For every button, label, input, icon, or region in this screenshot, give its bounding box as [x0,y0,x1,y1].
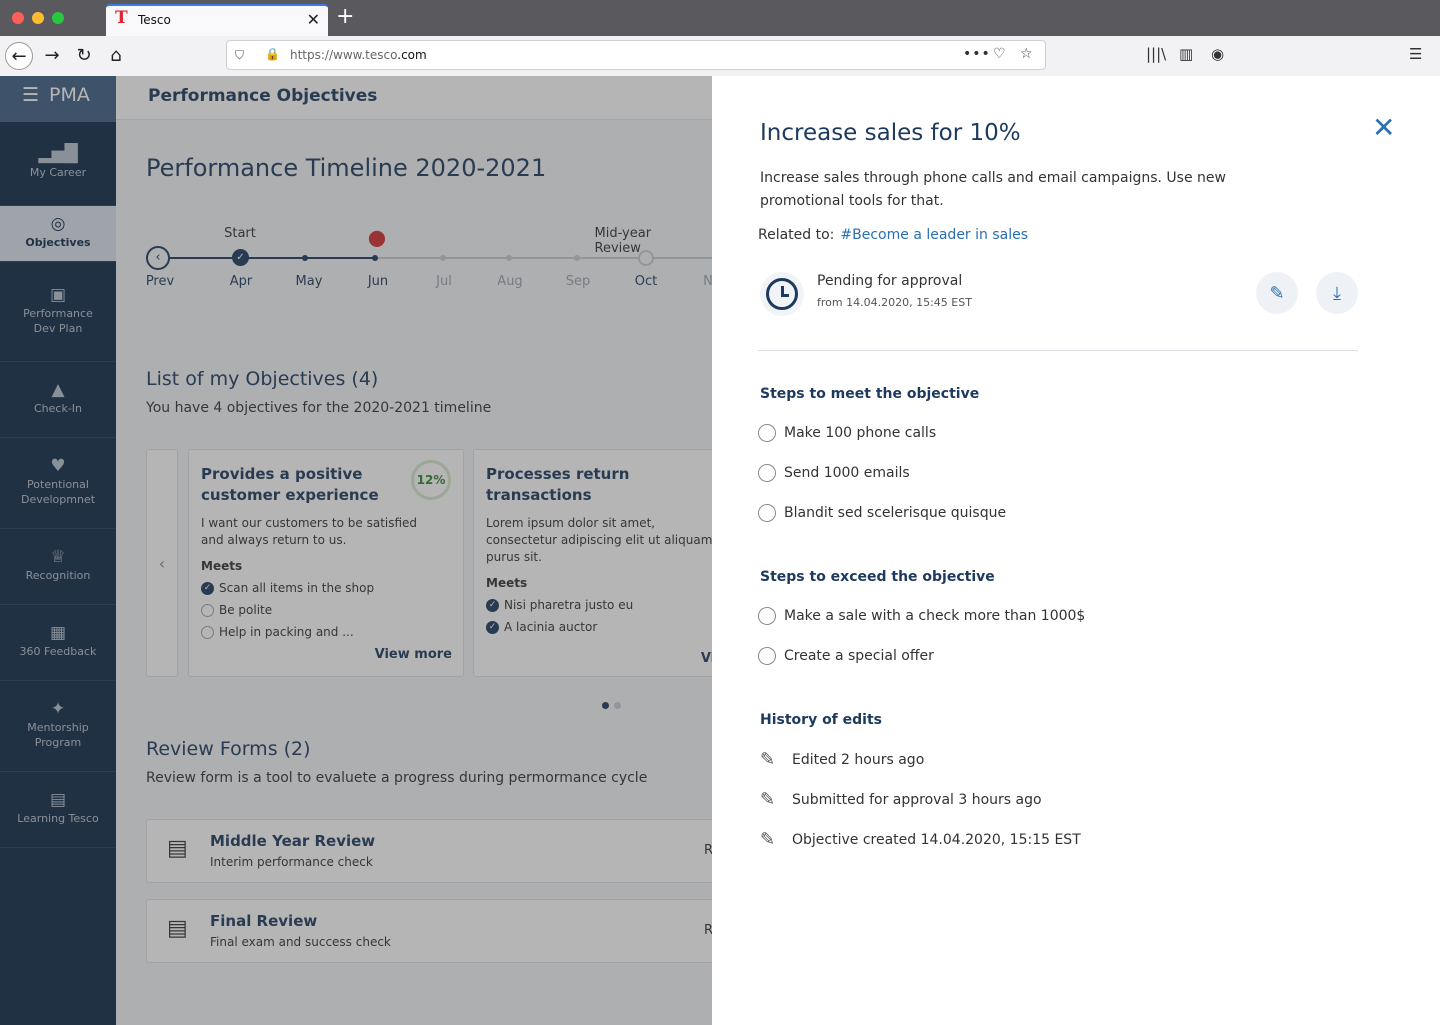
bookmark-star-icon[interactable]: ☆ [1020,46,1033,62]
radio-button[interactable] [758,647,776,665]
pencil-icon: ✎ [760,789,776,810]
radio-button[interactable] [758,504,776,522]
meet-step[interactable]: Make 100 phone calls [758,424,936,442]
minimize-window-button[interactable] [32,12,44,24]
meet-steps-title: Steps to meet the objective [760,386,980,402]
divider [758,350,1358,351]
browser-tab[interactable]: T Tesco ✕ [106,4,328,36]
account-icon[interactable]: ◉ [1211,45,1224,63]
close-window-button[interactable] [12,12,24,24]
history-entry: ✎ Objective created 14.04.2020, 15:15 EST [760,829,1081,850]
reload-button[interactable]: ↻ [70,42,98,70]
history-title: History of edits [760,712,882,728]
panel-title: Increase sales for 10% [760,120,1021,146]
download-button[interactable]: ⤓ [1316,272,1358,314]
radio-button[interactable] [758,607,776,625]
exceed-steps-title: Steps to exceed the objective [760,569,995,585]
modal-backdrop[interactable] [0,76,712,1025]
download-icon: ⤓ [1333,282,1341,304]
url-text: https://www.tesco.com [290,48,427,62]
related-link[interactable]: #Become a leader in sales [840,227,1028,243]
panel-description: Increase sales through phone calls and e… [760,170,1226,209]
status-text: Pending for approval [817,273,963,289]
history-entry: ✎ Submitted for approval 3 hours ago [760,789,1042,810]
exceed-step[interactable]: Make a sale with a check more than 1000$ [758,607,1085,625]
related-to: Related to: #Become a leader in sales [758,227,1029,243]
close-icon[interactable]: ✕ [1372,114,1396,142]
pencil-icon: ✎ [1269,282,1285,304]
pencil-icon: ✎ [760,749,776,770]
meet-step[interactable]: Send 1000 emails [758,464,910,482]
library-icon[interactable]: |||\ [1146,45,1166,63]
tracking-shield-icon[interactable]: ⛉ [235,48,244,63]
url-bar[interactable]: ⛉ 🔒 https://www.tesco.com ••• ♡ ☆ [226,40,1046,70]
close-tab-icon[interactable]: ✕ [307,10,320,29]
pocket-icon[interactable]: ♡ [993,46,1006,62]
exceed-step[interactable]: Create a special offer [758,647,934,665]
sidebar-toggle-icon[interactable]: ▥ [1179,45,1193,63]
new-tab-button[interactable]: + [336,4,354,29]
clock-icon [760,272,804,316]
more-actions-icon[interactable]: ••• [963,46,991,62]
pencil-icon: ✎ [760,829,776,850]
forward-button[interactable]: → [38,42,66,70]
maximize-window-button[interactable] [52,12,64,24]
radio-button[interactable] [758,424,776,442]
radio-button[interactable] [758,464,776,482]
status-date: from 14.04.2020, 15:45 EST [817,296,972,309]
browser-chrome: T Tesco ✕ + ← → ↻ ⌂ ⛉ 🔒 https://www.tesc… [0,0,1440,76]
menu-icon[interactable]: ☰ [1409,45,1422,63]
history-entry: ✎ Edited 2 hours ago [760,749,925,770]
meet-step[interactable]: Blandit sed scelerisque quisque [758,504,1006,522]
tab-bar: T Tesco ✕ + [0,0,1440,36]
tab-title: Tesco [138,13,171,27]
edit-button[interactable]: ✎ [1256,272,1298,314]
objective-detail-panel: Increase sales for 10% ✕ Increase sales … [712,76,1440,1025]
back-button[interactable]: ← [5,42,33,70]
lock-icon[interactable]: 🔒 [265,47,280,61]
tesco-logo-icon: T [115,8,128,28]
home-button[interactable]: ⌂ [102,42,130,70]
